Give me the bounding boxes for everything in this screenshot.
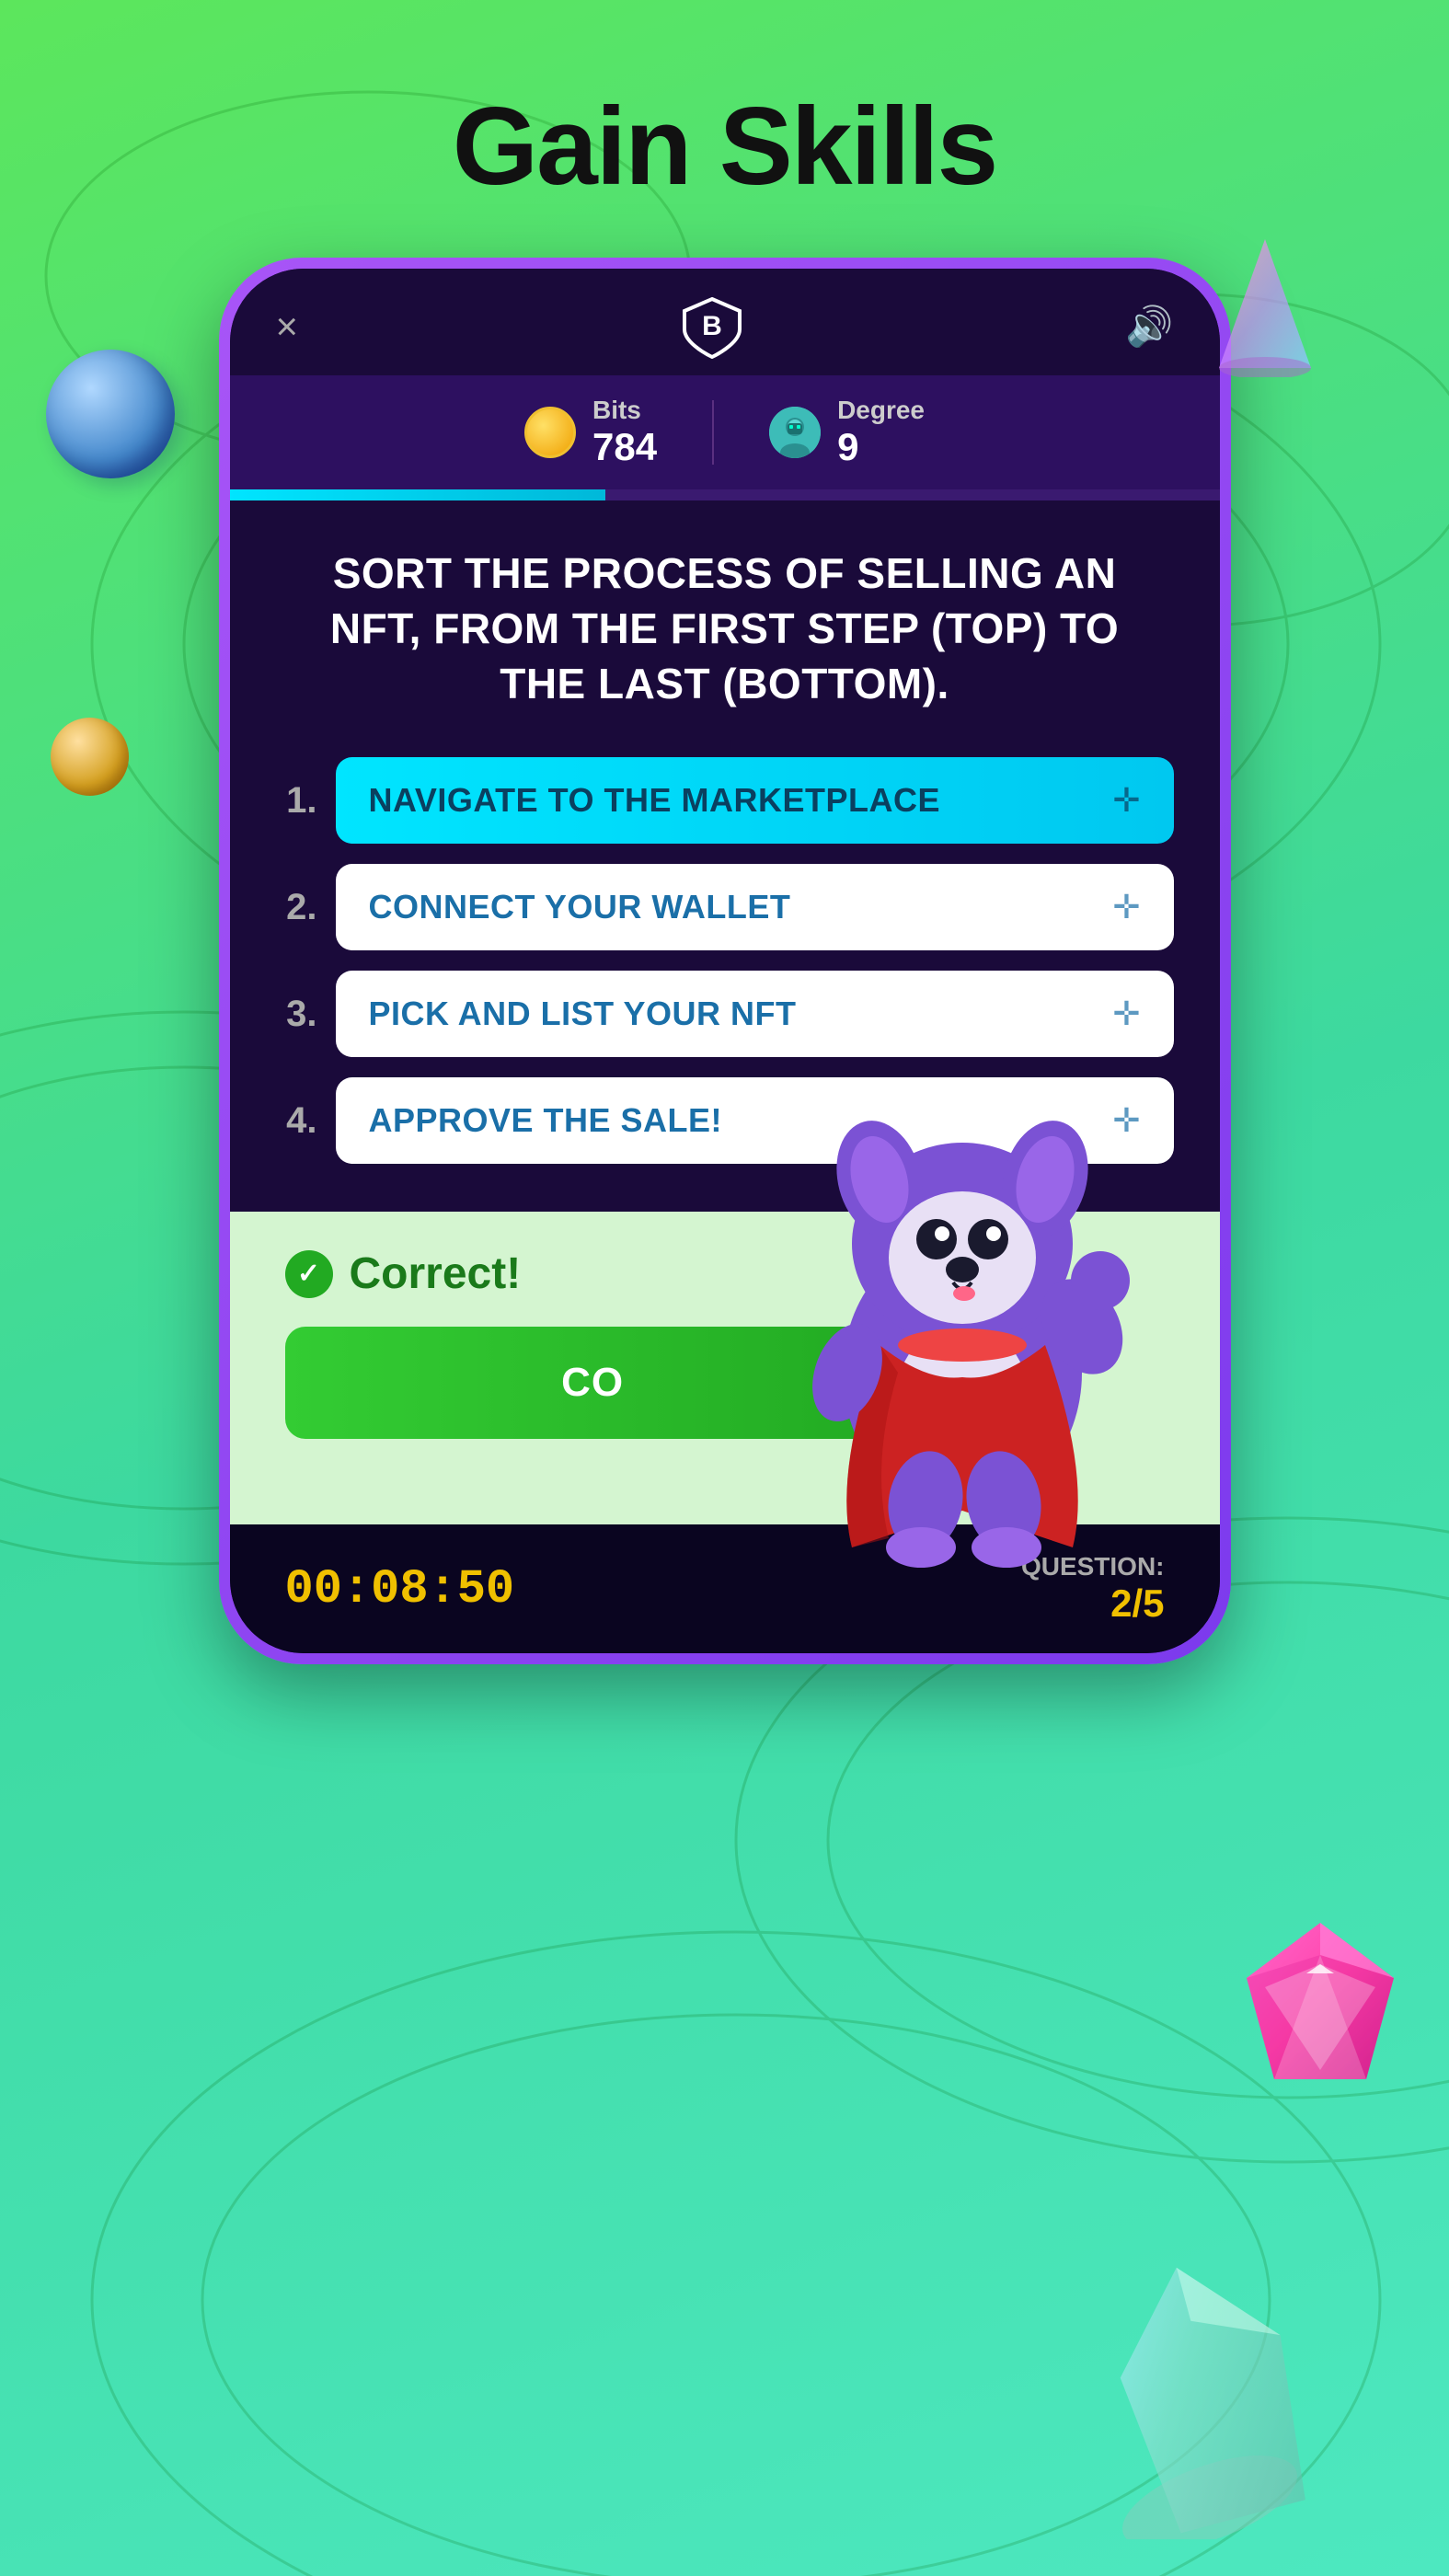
question-text: SORT THE PROCESS OF SELLING AN NFT, FROM… [285,546,1165,711]
answer-row-1: 1. NAVIGATE TO THE MARKETPLACE ✛ [276,757,1174,844]
drag-icon-1: ✛ [1112,781,1140,820]
bits-label: Bits [592,396,657,425]
stats-bar: Bits 784 [230,375,1220,489]
answer-btn-2[interactable]: CONNECT YOUR WALLET ✛ [336,864,1174,950]
bits-stat: Bits 784 [524,396,657,469]
sound-icon[interactable]: 🔊 [1125,305,1173,350]
bits-coin-icon [524,407,576,458]
answer-row-2: 2. CONNECT YOUR WALLET ✛ [276,864,1174,950]
mascot-dog [760,1060,1165,1575]
answer-btn-1[interactable]: NAVIGATE TO THE MARKETPLACE ✛ [336,757,1174,844]
answer-row-3: 3. PICK AND LIST YOUR NFT ✛ [276,971,1174,1057]
answer-num-3: 3. [276,994,317,1035]
deco-diamond [1228,1914,1412,2098]
answer-text-1: NAVIGATE TO THE MARKETPLACE [369,781,941,820]
answer-text-3: PICK AND LIST YOUR NFT [369,995,797,1033]
degree-stat: Degree 9 [769,396,925,469]
deco-sphere-blue [46,350,175,478]
deco-cone [1210,230,1320,377]
answer-num-1: 1. [276,780,317,822]
svg-text:B: B [702,311,722,341]
top-bar: × B 🔊 [230,269,1220,375]
answer-num-2: 2. [276,887,317,928]
degree-value: 9 [837,425,925,469]
answer-text-4: APPROVE THE SALE! [369,1101,723,1140]
continue-btn-text: CO [561,1360,624,1405]
progress-bar-container [230,489,1220,500]
progress-bar-fill [230,489,606,500]
degree-avatar [769,407,821,458]
app-logo: B [680,294,744,359]
timer: 00:08:50 [285,1562,515,1616]
close-button[interactable]: × [276,305,299,349]
feedback-area: ✓ Correct! CO [230,1212,1220,1524]
drag-icon-2: ✛ [1112,888,1140,926]
answer-num-4: 4. [276,1100,317,1142]
answer-btn-3[interactable]: PICK AND LIST YOUR NFT ✛ [336,971,1174,1057]
phone-wrapper: × B 🔊 Bits 784 [219,258,1231,1664]
stat-divider [712,400,714,465]
correct-check-icon: ✓ [285,1250,333,1298]
bits-value: 784 [592,425,657,469]
correct-text: Correct! [350,1248,522,1299]
deco-sphere-gold [51,718,129,796]
deco-crystal [1090,2245,1329,2539]
phone-inner: × B 🔊 Bits 784 [230,269,1220,1653]
degree-label: Degree [837,396,925,425]
question-area: SORT THE PROCESS OF SELLING AN NFT, FROM… [230,500,1220,739]
mascot-wrapper [760,1060,1165,1580]
degree-info: Degree 9 [837,396,925,469]
drag-icon-3: ✛ [1112,995,1140,1033]
bits-info: Bits 784 [592,396,657,469]
answer-text-2: CONNECT YOUR WALLET [369,888,791,926]
phone-outer: × B 🔊 Bits 784 [219,258,1231,1664]
question-counter-value: 2/5 [1021,1581,1165,1626]
page-title: Gain Skills [0,0,1449,210]
